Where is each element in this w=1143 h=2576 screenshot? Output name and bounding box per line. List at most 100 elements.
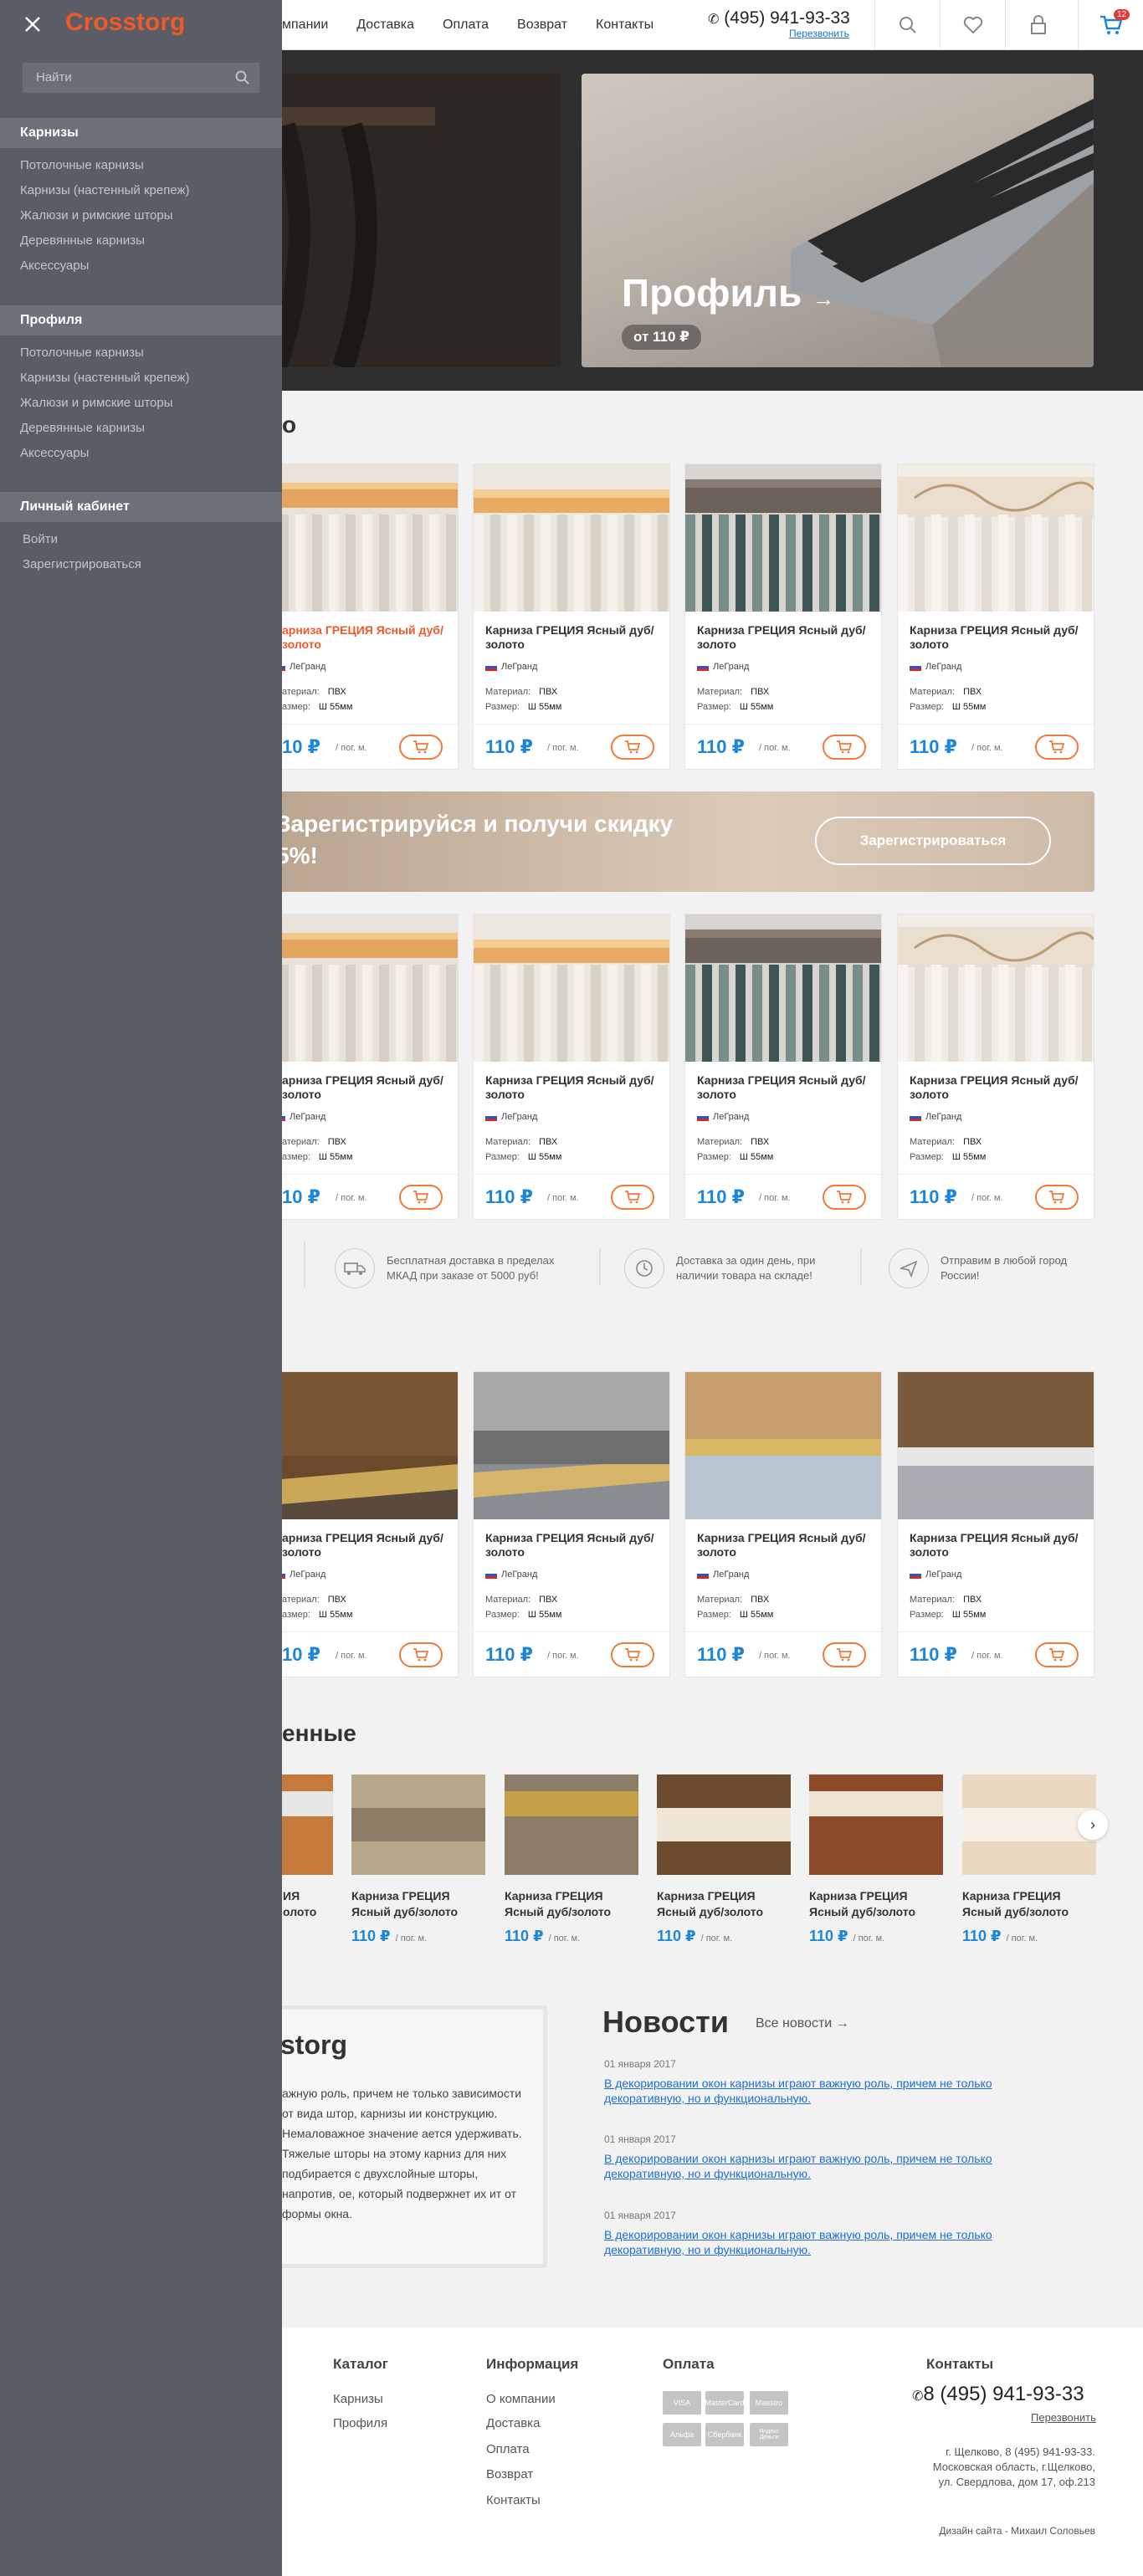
product-name[interactable]: Карниза ГРЕЦИЯ Ясный дуб/золото — [697, 1073, 873, 1102]
product-name[interactable]: Карниза ГРЕЦИЯ Ясный дуб/золото — [910, 1073, 1085, 1102]
add-to-cart-button[interactable] — [399, 1185, 443, 1210]
viewed-product-image[interactable] — [657, 1775, 791, 1875]
nav-about[interactable]: мпании — [282, 18, 328, 33]
footer-link-delivery[interactable]: Доставка — [486, 2416, 540, 2430]
product-card[interactable]: Карниза ГРЕЦИЯ Ясный дуб/золото ЛеГранд Ма… — [684, 914, 882, 1220]
nav-payment[interactable]: Оплата — [443, 18, 489, 33]
product-image[interactable] — [474, 464, 669, 612]
search-icon[interactable] — [235, 70, 250, 85]
drawer-section-1[interactable]: Профиля — [0, 305, 282, 335]
add-to-cart-button[interactable] — [1035, 1185, 1079, 1210]
product-name[interactable]: Карниза ГРЕЦИЯ Ясный дуб/золото — [485, 1073, 661, 1102]
news-all-link[interactable]: Все новости → — [756, 2016, 849, 2031]
header-phone[interactable]: ✆ (495) 941-93-33 — [708, 8, 850, 28]
add-to-cart-button[interactable] — [611, 735, 654, 760]
product-name[interactable]: Карниза ГРЕЦИЯ Ясный дуб/золото — [485, 1531, 661, 1559]
add-to-cart-button[interactable] — [823, 1642, 866, 1667]
viewed-product-card[interactable]: Карниза ГРЕЦИЯ Ясный дуб/золото 110 ₽ / по… — [962, 1775, 1096, 1945]
register-button[interactable]: Зарегистрироваться — [815, 817, 1051, 865]
product-card[interactable]: Карниза ГРЕЦИЯ Ясный дуб/золото ЛеГранд Ма… — [897, 463, 1095, 770]
product-card[interactable]: арниза ГРЕЦИЯ Ясный дуб/золото ЛеГранд ате… — [261, 1371, 459, 1677]
viewed-product-name[interactable]: Карниза ГРЕЦИЯ Ясный дуб/золото — [505, 1888, 638, 1920]
product-card[interactable]: арниза ГРЕЦИЯ Ясный дуб/золото ЛеГранд ате… — [261, 463, 459, 770]
product-card[interactable]: арниза ГРЕЦИЯ Ясный дуб/золото ЛеГранд ате… — [261, 914, 459, 1220]
drawer-section-2[interactable]: Личный кабинет — [0, 492, 282, 522]
product-card[interactable]: Карниза ГРЕЦИЯ Ясный дуб/золото ЛеГранд Ма… — [684, 463, 882, 770]
viewed-product-name[interactable]: Карниза ГРЕЦИЯ Ясный дуб/золото — [962, 1888, 1096, 1920]
drawer-item[interactable]: Потолочные карнизы — [20, 346, 144, 360]
viewed-product-card[interactable]: Карниза ГРЕЦИЯ Ясный дуб/золото 110 ₽ / по… — [351, 1775, 485, 1945]
cart-button[interactable]: 12 — [1078, 0, 1143, 50]
drawer-item[interactable]: Войти — [23, 532, 58, 546]
product-image[interactable] — [685, 914, 881, 1062]
product-image[interactable] — [898, 1372, 1094, 1519]
product-name[interactable]: Карниза ГРЕЦИЯ Ясный дуб/золото — [485, 623, 661, 652]
product-card[interactable]: Карниза ГРЕЦИЯ Ясный дуб/золото ЛеГранд Ма… — [684, 1371, 882, 1677]
add-to-cart-button[interactable] — [611, 1642, 654, 1667]
nav-return[interactable]: Возврат — [517, 18, 567, 33]
drawer-item[interactable]: Жалюзи и римские шторы — [20, 208, 173, 223]
header-callback-link[interactable]: Перезвонить — [789, 28, 849, 39]
drawer-item[interactable]: Карнизы (настенный крепеж) — [20, 183, 190, 197]
news-link[interactable]: В декорировании окон карнизы играют важн… — [604, 2151, 1031, 2181]
viewed-product-name[interactable]: Карниза ГРЕЦИЯ Ясный дуб/золото — [809, 1888, 943, 1920]
footer-link-contacts[interactable]: Контакты — [486, 2493, 541, 2507]
product-name[interactable]: арниза ГРЕЦИЯ Ясный дуб/золото — [282, 623, 458, 652]
news-link[interactable]: В декорировании окон карнизы играют важн… — [604, 2076, 1031, 2106]
viewed-product-card[interactable]: Карниза ГРЕЦИЯ Ясный дуб/золото 110 ₽ / по… — [809, 1775, 943, 1945]
drawer-item[interactable]: Зарегистрироваться — [23, 557, 141, 571]
product-name[interactable]: арниза ГРЕЦИЯ Ясный дуб/золото — [282, 1531, 458, 1559]
viewed-product-card[interactable]: Карниза ГРЕЦИЯ Ясный дуб/золото 110 ₽ / по… — [505, 1775, 638, 1945]
account-button[interactable] — [1005, 0, 1070, 50]
favorites-button[interactable] — [940, 0, 1005, 50]
product-image[interactable] — [474, 1372, 669, 1519]
hero-slide-profile[interactable]: Профиль → от 110 ₽ — [582, 74, 1094, 367]
footer-callback-link[interactable]: Перезвонить — [1031, 2411, 1096, 2424]
viewed-product-image[interactable] — [962, 1775, 1096, 1875]
product-name[interactable]: арниза ГРЕЦИЯ Ясный дуб/золото — [282, 1073, 458, 1102]
product-card[interactable]: Карниза ГРЕЦИЯ Ясный дуб/золото ЛеГранд Ма… — [897, 1371, 1094, 1677]
product-name[interactable]: Карниза ГРЕЦИЯ Ясный дуб/золото — [697, 623, 873, 652]
product-image[interactable] — [898, 914, 1095, 1062]
drawer-item[interactable]: Деревянные карнизы — [20, 233, 145, 248]
drawer-search-input[interactable]: Найти — [23, 63, 259, 93]
drawer-item[interactable]: Жалюзи и римские шторы — [20, 396, 173, 410]
drawer-item[interactable]: Потолочные карнизы — [20, 158, 144, 172]
product-image[interactable] — [262, 464, 458, 612]
footer-link-return[interactable]: Возврат — [486, 2467, 533, 2481]
viewed-product-image[interactable] — [809, 1775, 943, 1875]
drawer-section-0[interactable]: Карнизы — [0, 118, 282, 148]
close-drawer-button[interactable] — [20, 12, 45, 37]
product-name[interactable]: Карниза ГРЕЦИЯ Ясный дуб/золото — [697, 1531, 873, 1559]
add-to-cart-button[interactable] — [823, 1185, 866, 1210]
footer-link-cornices[interactable]: Карнизы — [333, 2392, 383, 2406]
product-image[interactable] — [474, 914, 669, 1062]
add-to-cart-button[interactable] — [1035, 735, 1079, 760]
product-image[interactable] — [262, 914, 458, 1062]
product-card[interactable]: Карниза ГРЕЦИЯ Ясный дуб/золото ЛеГранд Ма… — [473, 463, 670, 770]
viewed-product-card[interactable]: Карниза ГРЕЦИЯ Ясный дуб/золото 110 ₽ / по… — [657, 1775, 791, 1945]
nav-contacts[interactable]: Контакты — [596, 18, 654, 33]
drawer-item[interactable]: Аксессуары — [20, 259, 89, 273]
nav-delivery[interactable]: Доставка — [356, 18, 414, 33]
add-to-cart-button[interactable] — [1035, 1642, 1079, 1667]
product-card[interactable]: Карниза ГРЕЦИЯ Ясный дуб/золото ЛеГранд Ма… — [473, 914, 670, 1220]
add-to-cart-button[interactable] — [611, 1185, 654, 1210]
footer-phone[interactable]: ✆8 (495) 941-93-33 — [912, 2383, 1084, 2406]
viewed-product-name[interactable]: Карниза ГРЕЦИЯ Ясный дуб/золото — [657, 1888, 791, 1920]
product-image[interactable] — [685, 1372, 881, 1519]
product-card[interactable]: Карниза ГРЕЦИЯ Ясный дуб/золото ЛеГранд Ма… — [897, 914, 1095, 1220]
product-name[interactable]: Карниза ГРЕЦИЯ Ясный дуб/золото — [910, 1531, 1085, 1559]
product-card[interactable]: Карниза ГРЕЦИЯ Ясный дуб/золото ЛеГранд Ма… — [473, 1371, 670, 1677]
product-image[interactable] — [685, 464, 881, 612]
drawer-item[interactable]: Карнизы (настенный крепеж) — [20, 371, 190, 385]
viewed-product-name[interactable]: ИЯ олото — [283, 1888, 333, 1920]
add-to-cart-button[interactable] — [399, 735, 443, 760]
add-to-cart-button[interactable] — [399, 1642, 443, 1667]
product-name[interactable]: Карниза ГРЕЦИЯ Ясный дуб/золото — [910, 623, 1085, 652]
product-image[interactable] — [898, 464, 1095, 612]
site-logo[interactable]: Crosstorg — [65, 8, 185, 37]
footer-link-profiles[interactable]: Профиля — [333, 2416, 387, 2430]
viewed-product-image[interactable] — [351, 1775, 485, 1875]
drawer-item[interactable]: Аксессуары — [20, 446, 89, 460]
